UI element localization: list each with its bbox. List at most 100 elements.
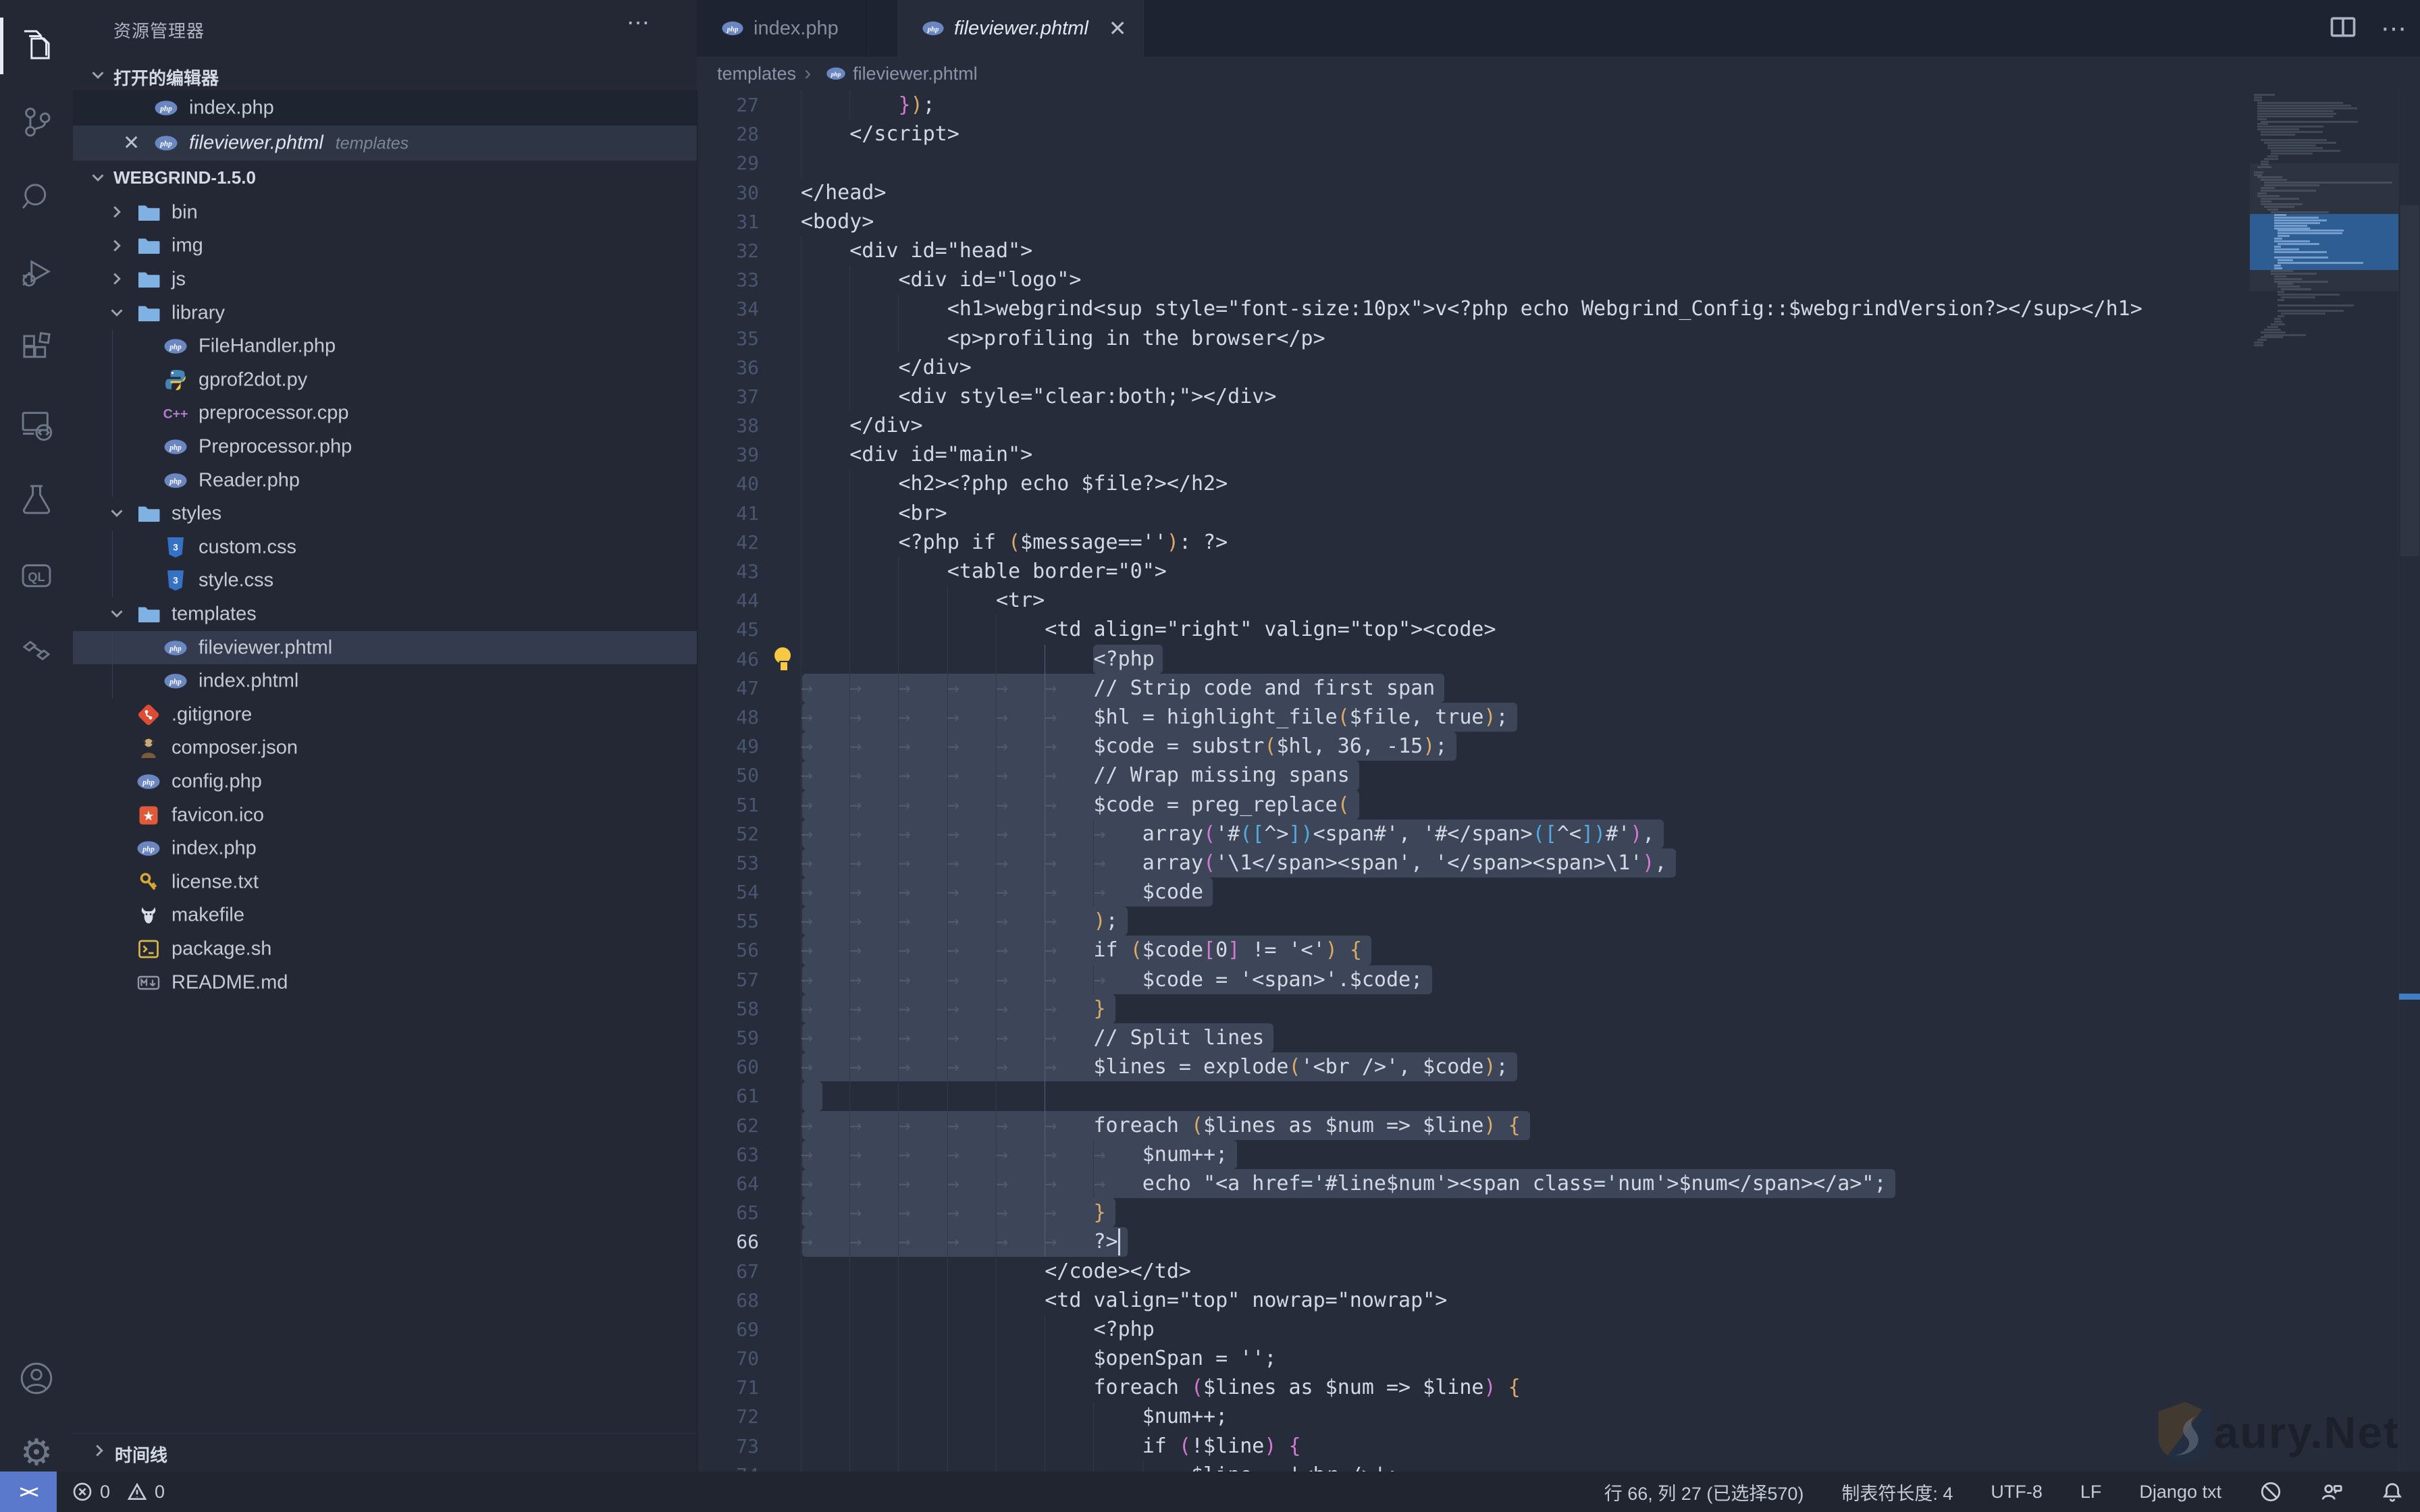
line-number: 56 — [736, 939, 759, 962]
tree-item-filehandler-php[interactable]: php FileHandler.php — [73, 329, 697, 363]
code-line-47: 47 → → → → → → // Strip code and first sp… — [697, 673, 2250, 703]
tree-item-index-phtml[interactable]: php index.phtml — [73, 664, 697, 698]
line-number: 33 — [736, 269, 759, 292]
code-text: </div> — [849, 414, 923, 438]
tab-fileviewer-phtml[interactable]: php fileviewer.phtml ✕ — [897, 0, 1145, 59]
status-eol[interactable]: LF — [2080, 1482, 2102, 1503]
tree-item-custom-css[interactable]: 3 custom.css — [73, 531, 697, 564]
breadcrumb-folder[interactable]: templates — [717, 63, 796, 84]
code-line-27: 27 }); — [697, 90, 2250, 120]
tree-item-reader-php[interactable]: php Reader.php — [73, 463, 697, 497]
php-file-icon: php — [136, 836, 161, 861]
tree-item-img[interactable]: img — [73, 230, 697, 263]
breadcrumb: templates › php fileviewer.phtml — [697, 57, 2420, 90]
code-line-64: 64 → → → → → → → echo "<a href='#line$num… — [697, 1168, 2250, 1199]
svg-text:3: 3 — [173, 542, 178, 552]
code-text: </head> — [801, 180, 887, 205]
tree-item-bin[interactable]: bin — [73, 196, 697, 230]
cpp-file-icon: C++ — [163, 401, 188, 425]
tree-item-js[interactable]: js — [73, 263, 697, 296]
open-editor-item[interactable]: ✕ php fileviewer.phtml templates — [73, 126, 697, 161]
tree-item-fileviewer-phtml[interactable]: php fileviewer.phtml — [73, 630, 697, 665]
php-file-icon: php — [136, 770, 161, 794]
activity-extensions-icon[interactable] — [0, 315, 73, 382]
status-encoding[interactable]: UTF-8 — [1991, 1482, 2043, 1503]
line-number: 30 — [736, 181, 759, 204]
code-line-71: 71 foreach ($lines as $num => $line) { — [697, 1373, 2250, 1403]
code-text: → → → → → → $code = preg_replace( — [801, 792, 1350, 817]
tree-item-package-sh[interactable]: package.sh — [73, 932, 697, 966]
problems-status[interactable]: 0 0 — [72, 1472, 165, 1512]
tree-item-preprocessor-cpp[interactable]: C++ preprocessor.cpp — [73, 396, 697, 431]
code-editor[interactable]: 27 }); 28 </script> 29 30 </head> 31 <body> 32… — [697, 90, 2250, 1472]
breadcrumb-file[interactable]: fileviewer.phtml — [853, 63, 978, 84]
code-line-52: 52 → → → → → → → array('#([^>])<span#', '… — [697, 819, 2250, 848]
tree-item-license-txt[interactable]: license.txt — [73, 865, 697, 899]
tree-item--gitignore[interactable]: .gitignore — [73, 698, 697, 732]
activity-account-icon[interactable] — [0, 1345, 73, 1412]
code-text: <div id="logo"> — [898, 268, 1082, 292]
activity-explorer-icon[interactable] — [0, 12, 73, 80]
tree-item-library[interactable]: library — [73, 296, 697, 330]
line-number: 61 — [736, 1085, 759, 1108]
folder-icon — [136, 602, 161, 626]
code-line-62: 62 → → → → → → foreach ($lines as $num =>… — [697, 1110, 2250, 1140]
open-editors-header[interactable]: 打开的编辑器 — [73, 58, 697, 90]
bell-icon[interactable] — [2381, 1480, 2404, 1503]
split-editor-icon[interactable] — [2328, 12, 2358, 45]
activity-search-icon[interactable] — [0, 163, 73, 231]
editor-scrollbar[interactable] — [2398, 90, 2420, 1472]
blocked-icon[interactable] — [2259, 1480, 2282, 1503]
close-icon[interactable]: ✕ — [1109, 16, 1127, 41]
tree-item-favicon-ico[interactable]: ★ favicon.ico — [73, 799, 697, 832]
more-actions-icon[interactable]: ⋯ — [627, 9, 650, 36]
tree-item-composer-json[interactable]: composer.json — [73, 732, 697, 765]
code-text: → → → → → → $hl = highlight_file($file, … — [801, 705, 1508, 729]
line-number: 67 — [736, 1260, 759, 1282]
php-file-icon: php — [721, 17, 744, 40]
activity-codeql-icon[interactable]: QL — [0, 541, 73, 609]
tree-item-config-php[interactable]: php config.php — [73, 765, 697, 799]
line-number: 74 — [697, 1461, 759, 1472]
status-language-mode[interactable]: Django txt — [2139, 1482, 2221, 1503]
tab-index-php[interactable]: php index.php — [697, 0, 866, 57]
tree-item-templates[interactable]: templates — [73, 597, 697, 631]
tree-item-styles[interactable]: styles — [73, 497, 697, 531]
activity-remote-explorer-icon[interactable] — [0, 390, 73, 458]
line-number: 64 — [736, 1172, 759, 1195]
workspace-root-header[interactable]: WEBGRIND-1.5.0 — [73, 161, 697, 193]
svg-text:php: php — [159, 105, 172, 113]
activity-pipelines-icon[interactable] — [0, 616, 73, 683]
tree-item-style-css[interactable]: 3 style.css — [73, 564, 697, 598]
code-line-56: 56 → → → → → → if ($code[0] != '<') { — [697, 936, 2250, 965]
activity-run-debug-icon[interactable] — [0, 239, 73, 306]
open-editor-item[interactable]: php index.php — [73, 90, 697, 126]
tree-item-index-php[interactable]: php index.php — [73, 832, 697, 865]
code-text: <?php if ($message==''): ?> — [898, 530, 1228, 554]
feedback-icon[interactable] — [2320, 1480, 2343, 1503]
code-text: → → → → → → → echo "<a href='#line$num'>… — [801, 1171, 1887, 1195]
activity-source-control-icon[interactable] — [0, 88, 73, 155]
lightbulb-icon[interactable] — [772, 646, 793, 673]
tree-item-preprocessor-php[interactable]: php Preprocessor.php — [73, 430, 697, 464]
scrollbar-selection-marker — [2399, 994, 2420, 1000]
line-number: 43 — [736, 560, 759, 583]
close-icon[interactable]: ✕ — [123, 132, 140, 155]
activity-testing-icon[interactable] — [0, 466, 73, 533]
line-number: 72 — [736, 1405, 759, 1428]
tree-item-gprof2dot-py[interactable]: gprof2dot.py — [73, 363, 697, 397]
remote-indicator[interactable]: >< — [0, 1472, 57, 1512]
status-cursor-position[interactable]: 行 66, 列 27 (已选择570) — [1604, 1479, 1804, 1505]
line-number: 39 — [736, 443, 759, 466]
tree-item-readme-md[interactable]: README.md — [73, 966, 697, 1000]
editor-more-actions-icon[interactable]: ⋯ — [2381, 14, 2406, 44]
code-text: → → → → → → ?> — [801, 1230, 1118, 1254]
timeline-section[interactable]: 时间线 — [73, 1433, 697, 1470]
tree-item-makefile[interactable]: makefile — [73, 899, 697, 933]
code-text: → → → → → → if ($code[0] != '<') { — [801, 938, 1362, 963]
code-text: <tr> — [995, 589, 1045, 613]
minimap[interactable] — [2250, 90, 2398, 1472]
code-line-55: 55 → → → → → → ); — [697, 907, 2250, 936]
line-number: 34 — [736, 298, 759, 321]
status-tab-size[interactable]: 制表符长度: 4 — [1841, 1479, 1953, 1505]
